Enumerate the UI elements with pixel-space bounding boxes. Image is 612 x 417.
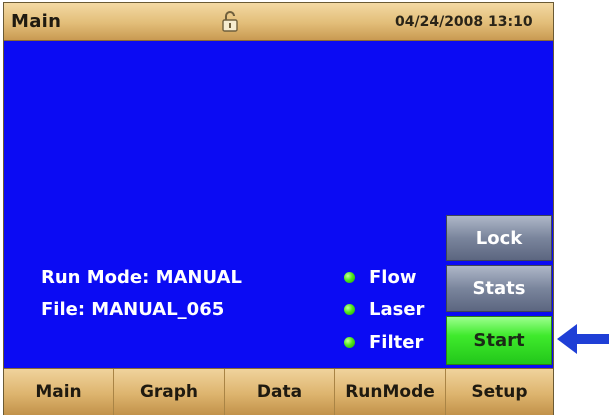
status-indicator-icon [344, 336, 355, 348]
stats-button[interactable]: Stats [446, 265, 552, 312]
tab-runmode[interactable]: RunMode [335, 369, 446, 415]
page-title: Main [11, 11, 62, 32]
date-time: 04/24/2008 13:10 [395, 14, 533, 30]
unlocked-padlock-icon [222, 10, 238, 32]
device-screen: Main 04/24/2008 13:10 Run Mode: MANUAL F… [3, 2, 554, 415]
status-laser: Laser [344, 298, 424, 320]
left-arrow-icon [557, 324, 609, 354]
tab-data[interactable]: Data [225, 369, 335, 415]
tab-setup[interactable]: Setup [446, 369, 553, 415]
status-label: Laser [369, 298, 425, 320]
run-mode-text: Run Mode: MANUAL [41, 267, 242, 288]
file-name-text: File: MANUAL_065 [41, 299, 225, 320]
tab-graph[interactable]: Graph [114, 369, 225, 415]
status-filter: Filter [344, 331, 423, 353]
title-bar: Main 04/24/2008 13:10 [4, 3, 553, 41]
tab-main[interactable]: Main [4, 369, 114, 415]
start-button[interactable]: Start [446, 316, 552, 365]
status-label: Filter [369, 331, 424, 353]
lock-button[interactable]: Lock [446, 215, 552, 261]
status-flow: Flow [344, 266, 416, 288]
status-label: Flow [369, 266, 417, 288]
status-indicator-icon [344, 303, 355, 315]
status-indicator-icon [344, 271, 355, 283]
bottom-tab-bar: Main Graph Data RunMode Setup [4, 368, 553, 415]
